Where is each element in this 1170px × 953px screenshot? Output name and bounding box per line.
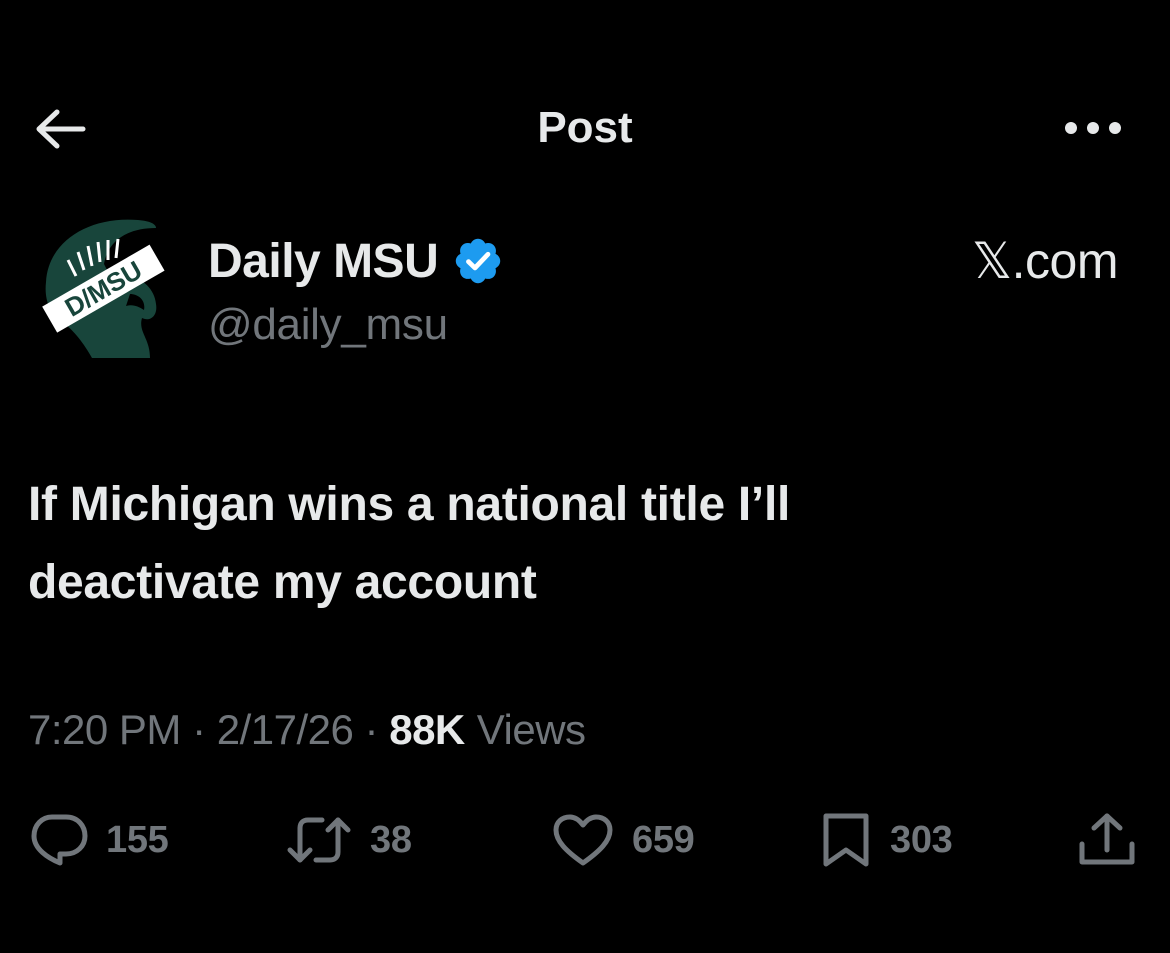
- tweet-date[interactable]: 2/17/26: [217, 706, 354, 754]
- spartan-helmet-logo: D/MSU: [42, 219, 165, 358]
- bookmark-button[interactable]: 303: [820, 808, 953, 872]
- reply-count: 155: [106, 818, 169, 861]
- repost-button[interactable]: 38: [286, 808, 412, 872]
- repost-icon: [287, 817, 351, 863]
- author-display-name[interactable]: Daily MSU: [208, 234, 439, 289]
- more-horizontal-icon: [1065, 122, 1121, 134]
- views-label: Views: [476, 706, 586, 753]
- bookmark-icon: [823, 813, 869, 867]
- more-button[interactable]: [1058, 108, 1128, 148]
- meta-separator: ·: [353, 706, 390, 753]
- author-name-row[interactable]: Daily MSU: [208, 230, 504, 292]
- page-title: Post: [537, 103, 633, 152]
- tweet-meta: 7:20 PM · 2/17/26 · 88K Views: [28, 698, 586, 762]
- like-count: 659: [632, 818, 695, 861]
- reply-button[interactable]: 155: [30, 808, 169, 872]
- verified-badge-icon: [456, 238, 501, 284]
- repost-count: 38: [370, 818, 412, 861]
- reply-icon: [31, 814, 88, 866]
- tweet-text-line: If Michigan wins a national title I’ll: [28, 478, 791, 531]
- views-count: 88K: [389, 706, 465, 753]
- back-button[interactable]: [30, 102, 90, 156]
- meta-separator: ·: [180, 706, 217, 753]
- tweet-time[interactable]: 7:20 PM: [28, 706, 181, 754]
- tweet-text-line: deactivate my account: [28, 556, 537, 609]
- avatar[interactable]: D/MSU: [38, 212, 168, 362]
- like-button[interactable]: 659: [552, 808, 695, 872]
- author-handle[interactable]: @daily_msu: [208, 300, 448, 350]
- x-com-watermark: 𝕏.com: [971, 233, 1119, 289]
- share-button[interactable]: [1076, 808, 1138, 872]
- heart-icon: [553, 814, 613, 866]
- tweet-text: If Michigan wins a national title I’ll d…: [28, 466, 1128, 622]
- bookmark-count: 303: [890, 818, 953, 861]
- share-icon: [1079, 813, 1135, 865]
- arrow-left-icon: [36, 109, 86, 149]
